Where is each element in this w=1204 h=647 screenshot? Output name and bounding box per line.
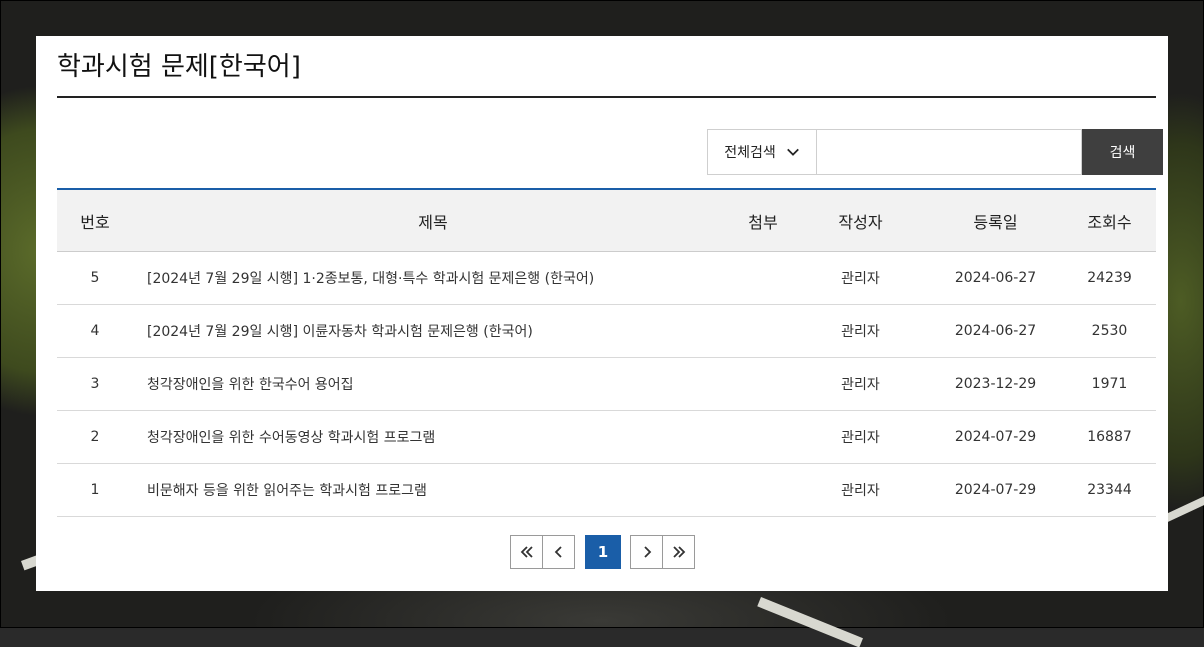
row-views: 23344 <box>1063 463 1156 517</box>
row-attachment <box>733 251 793 305</box>
search-input[interactable] <box>817 129 1082 175</box>
post-title-link[interactable]: 비문해자 등을 위한 읽어주는 학과시험 프로그램 <box>147 483 427 499</box>
road-marking <box>757 597 863 647</box>
search-scope-select[interactable]: 전체검색 <box>707 129 817 175</box>
prev-page-button[interactable] <box>542 535 575 569</box>
next-page-icon <box>643 546 651 558</box>
next-page-button[interactable] <box>630 535 663 569</box>
prev-page-icon <box>554 546 562 558</box>
title-divider <box>57 96 1156 98</box>
table-header-row: 번호 제목 첨부 작성자 등록일 조회수 <box>57 189 1156 252</box>
row-views: 24239 <box>1063 251 1156 305</box>
search-button[interactable]: 검색 <box>1082 129 1163 175</box>
row-date: 2024-07-29 <box>928 463 1063 517</box>
table-row[interactable]: 3 청각장애인을 위한 한국수어 용어집 관리자 2023-12-29 1971 <box>57 357 1156 411</box>
table-row[interactable]: 1 비문해자 등을 위한 읽어주는 학과시험 프로그램 관리자 2024-07-… <box>57 463 1156 517</box>
pagination: 1 <box>510 535 695 569</box>
column-header-attachment: 첨부 <box>733 189 793 252</box>
row-views: 2530 <box>1063 304 1156 358</box>
row-author: 관리자 <box>793 251 928 305</box>
post-title-link[interactable]: [2024년 7월 29일 시행] 1·2종보통, 대형·특수 학과시험 문제은… <box>147 271 594 287</box>
row-date: 2024-06-27 <box>928 251 1063 305</box>
row-attachment <box>733 463 793 517</box>
post-title-link[interactable]: [2024년 7월 29일 시행] 이륜자동차 학과시험 문제은행 (한국어) <box>147 324 533 340</box>
row-views: 16887 <box>1063 410 1156 464</box>
page-title: 학과시험 문제[한국어] <box>57 52 301 82</box>
board-table: 번호 제목 첨부 작성자 등록일 조회수 5 [2024년 7월 29일 시행]… <box>57 188 1156 517</box>
row-date: 2024-06-27 <box>928 304 1063 358</box>
row-number: 1 <box>57 463 133 517</box>
search-bar: 전체검색 검색 <box>707 129 1163 175</box>
row-attachment <box>733 410 793 464</box>
column-header-author: 작성자 <box>793 189 928 252</box>
page-number-current[interactable]: 1 <box>585 535 621 569</box>
table-row[interactable]: 5 [2024년 7월 29일 시행] 1·2종보통, 대형·특수 학과시험 문… <box>57 251 1156 305</box>
last-page-button[interactable] <box>662 535 695 569</box>
first-page-button[interactable] <box>510 535 543 569</box>
column-header-views: 조회수 <box>1063 189 1156 252</box>
row-author: 관리자 <box>793 304 928 358</box>
row-views: 1971 <box>1063 357 1156 411</box>
post-title-link[interactable]: 청각장애인을 위한 수어동영상 학과시험 프로그램 <box>147 430 435 446</box>
row-author: 관리자 <box>793 357 928 411</box>
row-number: 2 <box>57 410 133 464</box>
post-title-link[interactable]: 청각장애인을 위한 한국수어 용어집 <box>147 377 354 393</box>
search-scope-label: 전체검색 <box>724 145 776 161</box>
board-panel: 학과시험 문제[한국어] 전체검색 검색 번호 제목 첨부 작성자 등록일 조회… <box>36 36 1168 591</box>
table-row[interactable]: 4 [2024년 7월 29일 시행] 이륜자동차 학과시험 문제은행 (한국어… <box>57 304 1156 358</box>
row-date: 2023-12-29 <box>928 357 1063 411</box>
row-number: 3 <box>57 357 133 411</box>
table-row[interactable]: 2 청각장애인을 위한 수어동영상 학과시험 프로그램 관리자 2024-07-… <box>57 410 1156 464</box>
row-number: 4 <box>57 304 133 358</box>
row-date: 2024-07-29 <box>928 410 1063 464</box>
row-attachment <box>733 357 793 411</box>
chevron-down-icon <box>786 148 799 156</box>
last-page-icon <box>672 546 685 558</box>
row-number: 5 <box>57 251 133 305</box>
first-page-icon <box>520 546 533 558</box>
row-attachment <box>733 304 793 358</box>
column-header-number: 번호 <box>57 189 133 252</box>
column-header-date: 등록일 <box>928 189 1063 252</box>
column-header-title: 제목 <box>133 189 733 252</box>
row-author: 관리자 <box>793 410 928 464</box>
row-author: 관리자 <box>793 463 928 517</box>
